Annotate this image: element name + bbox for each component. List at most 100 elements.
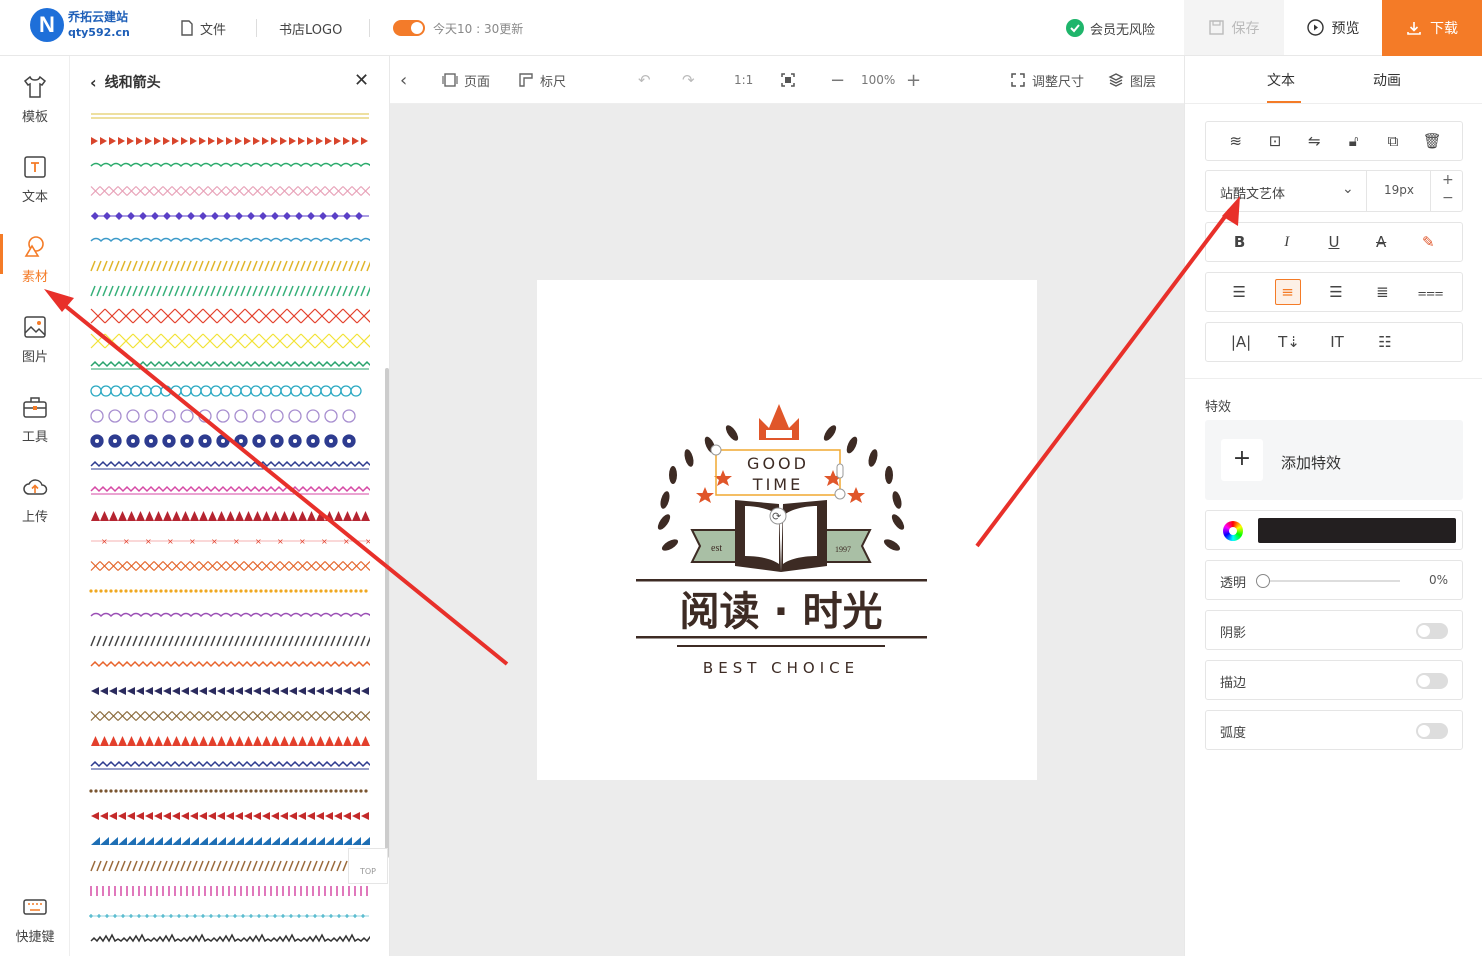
canvas-area[interactable]: est 1997 ⟳ GOOD TIME 阅读 · 时光 BEST CHOICE xyxy=(390,104,1184,956)
nav-material[interactable]: 素材 xyxy=(0,234,70,285)
shadow-toggle[interactable] xyxy=(1416,623,1448,639)
logo-artwork[interactable]: est 1997 ⟳ GOOD TIME 阅读 · 时光 BEST CHOICE xyxy=(537,280,1037,780)
undo-button[interactable]: ↶ xyxy=(638,71,651,89)
good-text[interactable]: GOOD xyxy=(747,454,809,473)
line-style-item[interactable] xyxy=(90,886,368,896)
line-style-item[interactable] xyxy=(91,837,370,845)
underline-icon[interactable]: U xyxy=(1323,233,1345,251)
artboard[interactable]: est 1997 ⟳ GOOD TIME 阅读 · 时光 BEST CHOICE xyxy=(537,280,1037,780)
line-style-item[interactable] xyxy=(90,385,362,397)
curve-toggle[interactable] xyxy=(1416,723,1448,739)
headline-text[interactable]: 阅读 · 时光 xyxy=(679,589,882,635)
lock-icon[interactable]: 🔓︎ xyxy=(1343,132,1365,150)
align-left-icon[interactable]: ☰ xyxy=(1228,283,1250,301)
line-style-item[interactable] xyxy=(90,760,370,770)
save-button[interactable]: 保存 xyxy=(1184,0,1284,55)
layers-button[interactable]: 图层 xyxy=(1108,71,1156,90)
align-justify-icon[interactable]: ≣ xyxy=(1371,283,1393,301)
align-distribute-icon[interactable]: ⩶ xyxy=(1418,283,1444,301)
preview-button[interactable]: 预览 xyxy=(1284,0,1382,55)
collapse-panel-button[interactable]: ‹ xyxy=(400,70,407,91)
tagline-text[interactable]: BEST CHOICE xyxy=(703,659,859,677)
back-to-top-button[interactable]: TOP xyxy=(348,848,388,884)
fit-screen-button[interactable] xyxy=(780,71,796,89)
time-text[interactable]: TIME xyxy=(752,475,803,494)
layer-order-icon[interactable]: ≋ xyxy=(1225,132,1247,150)
line-style-item[interactable] xyxy=(90,162,370,168)
brand-logo[interactable]: N 乔拓云建站 qty592.cn xyxy=(30,8,130,42)
ruler-button[interactable]: 标尺 xyxy=(518,71,566,90)
redo-button[interactable]: ↷ xyxy=(682,71,695,89)
autosave-toggle[interactable] xyxy=(393,20,425,36)
resize-handle[interactable] xyxy=(836,463,844,479)
resize-handle[interactable] xyxy=(710,444,722,456)
screenshot-icon[interactable]: ⊡ xyxy=(1264,132,1286,150)
opacity-slider-track[interactable] xyxy=(1262,580,1400,582)
add-effect-button[interactable]: + 添加特效 xyxy=(1205,420,1463,500)
nav-shortcuts[interactable]: 快捷键 xyxy=(0,894,70,945)
line-style-item[interactable] xyxy=(90,933,370,943)
nav-template[interactable]: 模板 xyxy=(0,74,70,125)
line-style-item[interactable] xyxy=(89,789,368,793)
document-title[interactable]: 书店LOGO xyxy=(279,18,342,38)
resize-handle[interactable] xyxy=(834,488,846,500)
file-menu[interactable]: 文件 xyxy=(180,18,226,38)
line-style-item[interactable] xyxy=(90,186,370,196)
color-wheel-icon[interactable] xyxy=(1223,521,1243,541)
duplicate-icon[interactable]: ⧉ xyxy=(1382,132,1404,150)
line-style-item[interactable] xyxy=(90,308,370,324)
list-icon[interactable]: ☷ xyxy=(1374,333,1396,351)
panel-scrollbar[interactable] xyxy=(385,368,389,858)
opacity-slider-handle[interactable] xyxy=(1256,574,1270,588)
chevron-down-icon[interactable]: ⌄ xyxy=(1342,181,1354,197)
flip-icon[interactable]: ⇋ xyxy=(1303,132,1325,150)
font-size-decrease[interactable]: − xyxy=(1442,190,1454,206)
download-button[interactable]: 下载 xyxy=(1382,0,1482,56)
trash-icon[interactable]: 🗑︎ xyxy=(1421,132,1443,150)
line-style-item[interactable] xyxy=(90,360,370,370)
line-style-item[interactable] xyxy=(91,212,369,220)
line-style-item[interactable] xyxy=(90,485,370,495)
line-height-icon[interactable]: IT xyxy=(1326,333,1348,351)
line-style-item[interactable] xyxy=(90,333,370,349)
member-guarantee[interactable]: 会员无风险 xyxy=(1066,18,1155,38)
ratio-button[interactable]: 1:1 xyxy=(734,71,753,89)
font-size-increase[interactable]: + xyxy=(1442,172,1454,188)
nav-text[interactable]: 文本 xyxy=(0,154,70,205)
color-swatch[interactable] xyxy=(1258,518,1456,543)
line-style-item[interactable] xyxy=(89,914,369,918)
line-style-item[interactable] xyxy=(90,660,370,668)
font-family-select[interactable]: 站酷文艺体 xyxy=(1220,183,1285,202)
strikethrough-icon[interactable]: A xyxy=(1370,233,1392,251)
page-button[interactable]: 页面 xyxy=(442,71,490,90)
line-style-item[interactable] xyxy=(91,511,370,521)
line-style-item[interactable] xyxy=(91,137,368,145)
line-style-item[interactable] xyxy=(89,589,368,593)
nav-tools[interactable]: 工具 xyxy=(0,394,70,445)
highlight-pen-icon[interactable]: ✎ xyxy=(1417,233,1439,251)
font-size-input[interactable]: 19px xyxy=(1384,183,1414,197)
line-style-item[interactable] xyxy=(91,812,369,820)
line-style-item[interactable] xyxy=(90,409,356,423)
line-style-item[interactable] xyxy=(90,561,370,571)
line-style-item[interactable] xyxy=(90,285,370,297)
line-style-item[interactable] xyxy=(90,635,370,647)
line-style-item[interactable]: × × × × × × × × × × × × × xyxy=(91,537,370,546)
nav-image[interactable]: 图片 xyxy=(0,314,70,365)
zoom-out-button[interactable]: − xyxy=(830,70,845,91)
line-style-item[interactable] xyxy=(90,460,370,470)
line-style-item[interactable] xyxy=(90,434,356,448)
line-style-item[interactable] xyxy=(90,860,370,872)
align-right-icon[interactable]: ☰ xyxy=(1325,283,1347,301)
line-style-item[interactable] xyxy=(91,113,369,119)
stroke-toggle[interactable] xyxy=(1416,673,1448,689)
italic-icon[interactable]: I xyxy=(1276,234,1298,251)
line-style-item[interactable] xyxy=(90,612,370,618)
align-center-icon[interactable]: ≡ xyxy=(1274,279,1301,305)
letter-spacing-icon[interactable]: |A| xyxy=(1230,333,1252,351)
line-style-item[interactable] xyxy=(90,260,370,272)
line-style-item[interactable] xyxy=(91,687,369,695)
line-style-item[interactable] xyxy=(90,711,370,721)
line-style-item[interactable] xyxy=(91,736,370,746)
zoom-in-button[interactable]: + xyxy=(906,70,921,91)
